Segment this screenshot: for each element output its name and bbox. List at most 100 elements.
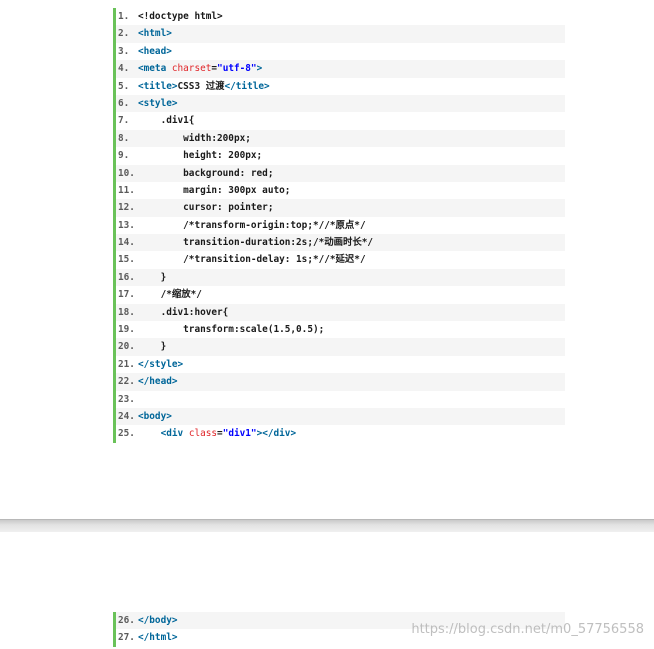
code-line: 3. <head>: [116, 43, 565, 60]
page-break-divider: [0, 519, 654, 532]
line-number: 24.: [118, 410, 135, 422]
code-text: cursor: pointer;: [138, 202, 273, 213]
code-line: 9. height: 200px;: [116, 147, 565, 164]
code-line: 1. <!doctype html>: [116, 8, 565, 25]
line-number: 9.: [118, 150, 130, 162]
code-text: margin: 300px auto;: [138, 185, 290, 196]
code-line: 7. .div1{: [116, 112, 565, 129]
code-token: }: [138, 271, 167, 283]
code-text: <style>: [138, 98, 178, 109]
code-text: transform:scale(1.5,0.5);: [138, 324, 324, 335]
line-number: 14.: [118, 237, 135, 249]
code-token: CSS3 过渡: [177, 80, 225, 92]
code-text: <title>CSS3 过渡</title>: [138, 81, 270, 92]
code-text: <meta charset="utf-8">: [138, 63, 262, 74]
code-line: 18. .div1:hover{: [116, 303, 565, 322]
code-text: .div1:hover{: [138, 307, 229, 318]
code-text: <html>: [138, 28, 172, 39]
line-number: 1.: [118, 11, 130, 22]
line-number: 15.: [118, 254, 135, 266]
code-block-page-1: 1. <!doctype html> 2. <html> 3. <head> 4. <meta…: [113, 8, 565, 443]
code-token: height: 200px;: [138, 150, 263, 162]
code-text: .div1{: [138, 115, 195, 127]
line-number: 20.: [118, 341, 135, 353]
code-token: class: [188, 428, 218, 440]
code-text: </style>: [138, 359, 183, 370]
code-text: <!doctype html>: [138, 11, 223, 22]
line-number: 27.: [118, 632, 135, 644]
code-text: /*transform-origin:top;*//*原点*/: [138, 219, 366, 231]
line-number: 16.: [118, 271, 135, 283]
code-line: 24. <body>: [116, 407, 565, 426]
code-text: width:200px;: [138, 133, 251, 144]
code-line: 6. <style>: [116, 94, 565, 113]
line-number: 7.: [118, 115, 130, 127]
code-token: </body>: [138, 615, 178, 626]
line-number: 11.: [118, 184, 135, 196]
code-token: width:200px;: [138, 132, 251, 144]
watermark-url: https://blog.csdn.net/m0_57756558: [411, 622, 644, 637]
code-text: </body>: [138, 615, 178, 626]
code-token: </head>: [138, 376, 178, 388]
line-number: 17.: [118, 289, 135, 301]
code-token: </html>: [138, 632, 178, 644]
line-number: 26.: [118, 615, 135, 626]
code-text: <head>: [138, 46, 172, 57]
code-line: 20. }: [116, 338, 565, 356]
line-number: 13.: [118, 219, 135, 231]
code-token: <html>: [138, 28, 172, 40]
code-token: transform:scale(1.5,0.5);: [138, 324, 325, 336]
code-line: 25. <div class="div1"></div>: [116, 425, 565, 442]
line-number: 8.: [118, 132, 130, 144]
code-token: .div1{: [138, 115, 195, 127]
code-text: background: red;: [138, 168, 273, 179]
code-line: 21. </style>: [116, 356, 565, 373]
code-token: margin: 300px auto;: [138, 184, 291, 196]
code-token: background: red;: [138, 167, 274, 179]
code-token: <meta: [138, 63, 172, 75]
code-line: 10. background: red;: [116, 164, 565, 182]
line-number: 19.: [118, 324, 135, 336]
code-line: 8. width:200px;: [116, 129, 565, 148]
code-token: </title>: [224, 80, 270, 92]
code-line: 19. transform:scale(1.5,0.5);: [116, 321, 565, 338]
code-text: }: [138, 341, 167, 353]
code-token: <style>: [138, 97, 178, 109]
line-number: 25.: [118, 428, 135, 440]
line-number: 23.: [118, 393, 135, 405]
code-token: /*缩放*/: [138, 289, 202, 301]
code-text: </html>: [138, 632, 178, 643]
code-token: <body>: [138, 410, 172, 422]
code-text: <div class="div1"></div>: [138, 428, 297, 440]
code-line: 15. /*transition-delay: 1s;*//*延迟*/: [116, 251, 565, 268]
code-token: <!doctype html>: [138, 11, 223, 22]
code-line: 12. cursor: pointer;: [116, 199, 565, 217]
code-text: height: 200px;: [138, 150, 262, 161]
code-token: <div: [160, 428, 189, 440]
code-line: 13. /*transform-origin:top;*//*原点*/: [116, 217, 565, 234]
code-token: <title>: [138, 80, 178, 92]
code-token: transition-duration:2s;/*动画时长*/: [138, 237, 374, 249]
code-line: 22. </head>: [116, 373, 565, 391]
code-line: 4. <meta charset="utf-8">: [116, 60, 565, 78]
code-token: "div1": [222, 428, 257, 440]
code-line: 2. <html>: [116, 25, 565, 43]
code-text: </head>: [138, 376, 178, 387]
code-token: charset: [171, 63, 212, 75]
code-text: }: [138, 271, 167, 283]
code-token: /*transform-origin:top;*//*原点*/: [138, 219, 366, 231]
line-number: 21.: [118, 358, 135, 370]
line-number: 22.: [118, 376, 135, 388]
code-text: transition-duration:2s;/*动画时长*/: [138, 237, 373, 248]
code-text: <body>: [138, 411, 172, 422]
code-line: 14. transition-duration:2s;/*动画时长*/: [116, 234, 565, 252]
code-line: 23.: [116, 391, 565, 408]
code-token: ></div>: [256, 428, 297, 440]
code-token: }: [138, 341, 167, 353]
code-token: cursor: pointer;: [138, 202, 274, 214]
line-number: 3.: [118, 45, 130, 57]
line-number: 5.: [118, 80, 130, 92]
code-line: 5. <title>CSS3 过渡</title>: [116, 78, 565, 95]
line-number: 4.: [118, 63, 130, 75]
